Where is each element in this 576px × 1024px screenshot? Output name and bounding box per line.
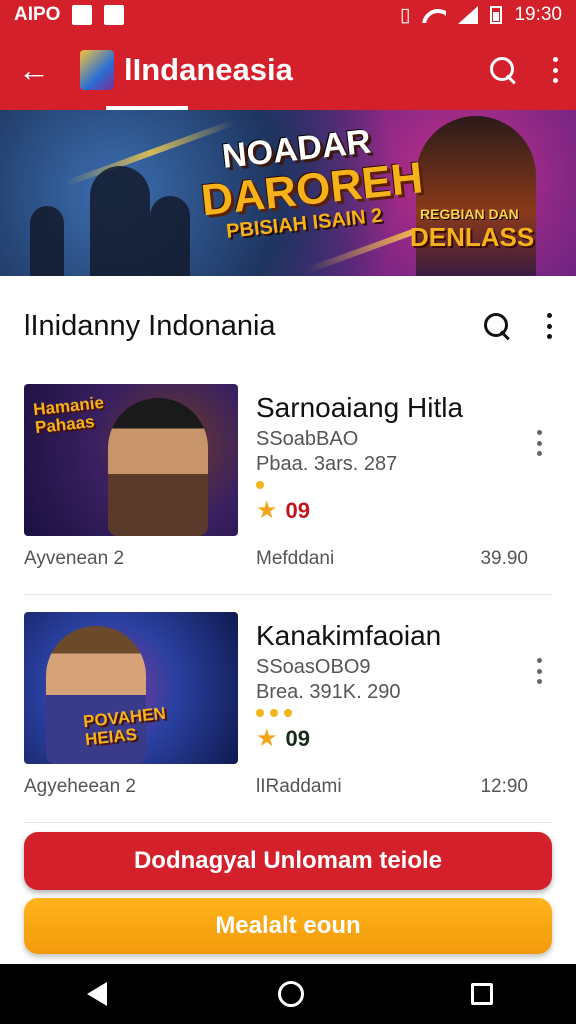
item-badges bbox=[256, 478, 552, 492]
search-icon[interactable] bbox=[488, 55, 518, 85]
battery-icon bbox=[490, 6, 503, 24]
item-badges bbox=[256, 706, 552, 720]
rating-value: 09 bbox=[285, 725, 310, 751]
banner-badge-top: REGBIAN DAN bbox=[420, 206, 519, 222]
nav-back-icon[interactable] bbox=[83, 980, 111, 1008]
thumbnail-caption: POVAHEN HEIAS bbox=[82, 703, 167, 749]
carrier-label: AIPO bbox=[14, 4, 61, 25]
item-meta: Pbaa. 3ars. 287 bbox=[256, 453, 398, 475]
star-icon: ★ bbox=[256, 497, 278, 524]
list-item[interactable]: POVAHEN HEIAS Kanakimfaoian SSoasOBO9 Br… bbox=[24, 612, 552, 798]
app-bar: ← lIndaneasia bbox=[0, 30, 576, 110]
star-icon: ★ bbox=[256, 725, 278, 752]
item-footer-middle: Mefddani bbox=[256, 548, 335, 569]
item-title: Sarnoaiang Hitla bbox=[256, 392, 464, 423]
nav-home-icon[interactable] bbox=[277, 981, 304, 1007]
item-thumbnail[interactable]: POVAHEN HEIAS bbox=[24, 612, 238, 764]
banner-title-group: NOADAR DAROREH PBISIAH ISAIN 2 bbox=[195, 120, 425, 246]
list-item[interactable]: Hamanie Pahaas Sarnoaiang Hitla SSoabBAO… bbox=[24, 384, 552, 570]
download-button[interactable]: Dodnagyal Unlomam teiole bbox=[24, 832, 552, 890]
banner-badge: DENLASS bbox=[410, 222, 535, 252]
more-vert-icon[interactable] bbox=[552, 57, 558, 83]
signal-icon bbox=[458, 6, 479, 24]
item-footer-left: Ayvenean 2 bbox=[24, 548, 125, 569]
item-footer-middle: lIRaddami bbox=[256, 776, 342, 797]
section-title: lInidanny Indonania bbox=[24, 309, 276, 342]
rating-value: 09 bbox=[285, 497, 310, 523]
section-actions bbox=[482, 311, 552, 341]
back-arrow-icon[interactable]: ← bbox=[18, 52, 62, 89]
status-time: 19:30 bbox=[514, 4, 562, 25]
item-footer: Ayvenean 2 Mefddani 39.90 bbox=[24, 548, 552, 570]
wifi-icon bbox=[422, 7, 446, 23]
item-footer-left: Agyeheean 2 bbox=[24, 776, 136, 797]
more-vert-icon[interactable] bbox=[546, 313, 552, 339]
app-actions bbox=[488, 55, 558, 85]
game-notification-icon bbox=[104, 5, 125, 25]
app-logo-icon bbox=[80, 50, 114, 90]
app-title: lIndaneasia bbox=[124, 52, 293, 87]
item-footer-right: 39.90 bbox=[480, 548, 528, 569]
item-subtitle: SSoabBAO bbox=[256, 428, 359, 450]
nav-recents-icon[interactable] bbox=[470, 983, 493, 1005]
item-info: Kanakimfaoian SSoasOBO9 Brea. 391K. 290 … bbox=[256, 612, 552, 764]
section-header: lInidanny Indonania bbox=[24, 300, 552, 352]
item-rating: ★ 09 bbox=[256, 496, 552, 525]
divider bbox=[24, 822, 552, 823]
secondary-action-button[interactable]: Mealalt eoun bbox=[24, 898, 552, 954]
item-info: Sarnoaiang Hitla SSoabBAO Pbaa. 3ars. 28… bbox=[256, 384, 552, 536]
promo-banner[interactable]: NOADAR DAROREH PBISIAH ISAIN 2 REGBIAN D… bbox=[0, 110, 576, 276]
item-footer-right: 12:90 bbox=[480, 776, 528, 797]
item-more-icon[interactable] bbox=[536, 430, 542, 456]
item-title: Kanakimfaoian bbox=[256, 620, 442, 651]
item-more-icon[interactable] bbox=[536, 658, 542, 684]
status-bar: AIPO ▯ 19:30 bbox=[0, 0, 576, 30]
status-left: AIPO bbox=[14, 4, 125, 26]
status-right: ▯ 19:30 bbox=[400, 4, 562, 27]
item-thumbnail[interactable]: Hamanie Pahaas bbox=[24, 384, 238, 536]
search-icon[interactable] bbox=[482, 311, 512, 341]
vibrate-icon: ▯ bbox=[399, 4, 411, 26]
item-meta: Brea. 391K. 290 bbox=[256, 681, 401, 703]
item-footer: Agyeheean 2 lIRaddami 12:90 bbox=[24, 776, 552, 798]
item-rating: ★ 09 bbox=[256, 724, 552, 753]
system-nav-bar bbox=[0, 964, 576, 1024]
item-subtitle: SSoasOBO9 bbox=[256, 656, 371, 678]
divider bbox=[24, 594, 552, 595]
notification-icon bbox=[72, 5, 93, 25]
